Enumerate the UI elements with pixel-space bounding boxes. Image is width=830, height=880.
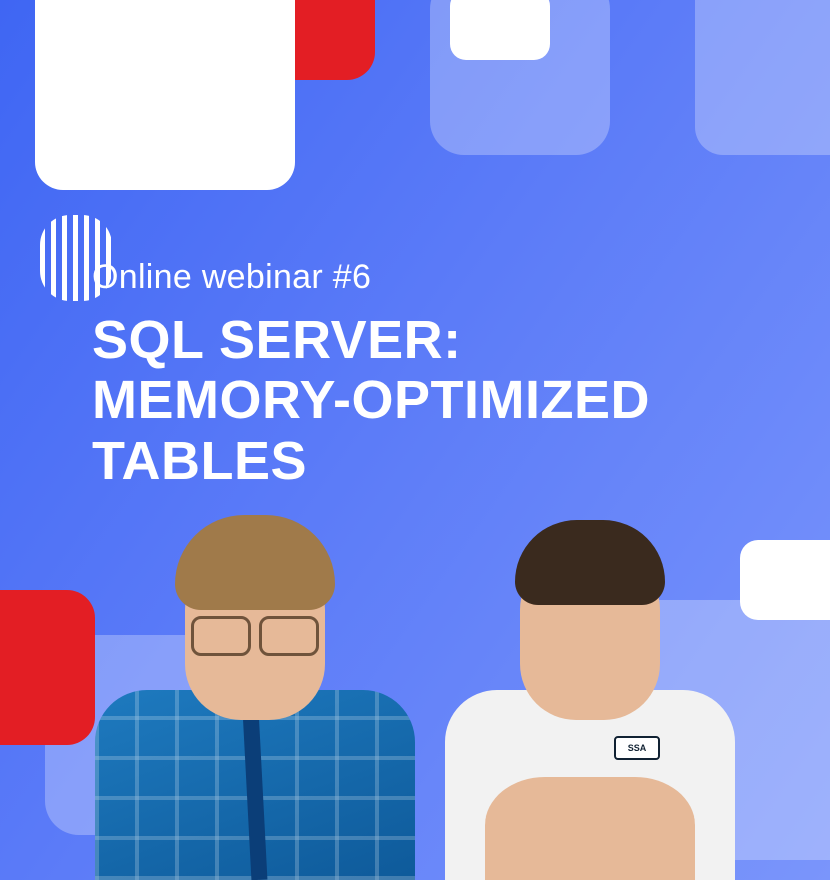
presenter-right: SSA bbox=[440, 565, 740, 880]
decor-white-top-small bbox=[450, 0, 550, 60]
presenter-left bbox=[95, 565, 415, 880]
decor-white-bottom-right bbox=[740, 540, 830, 620]
webinar-title: SQL SERVER: MEMORY-OPTIMIZED TABLES bbox=[92, 310, 650, 491]
decor-lightblue-top-right bbox=[695, 0, 830, 155]
webinar-subtitle: Online webinar #6 bbox=[92, 258, 371, 297]
ssa-logo-badge: SSA bbox=[614, 736, 660, 760]
decor-red-mid-left bbox=[0, 590, 95, 745]
decor-white-top-left bbox=[35, 0, 295, 190]
